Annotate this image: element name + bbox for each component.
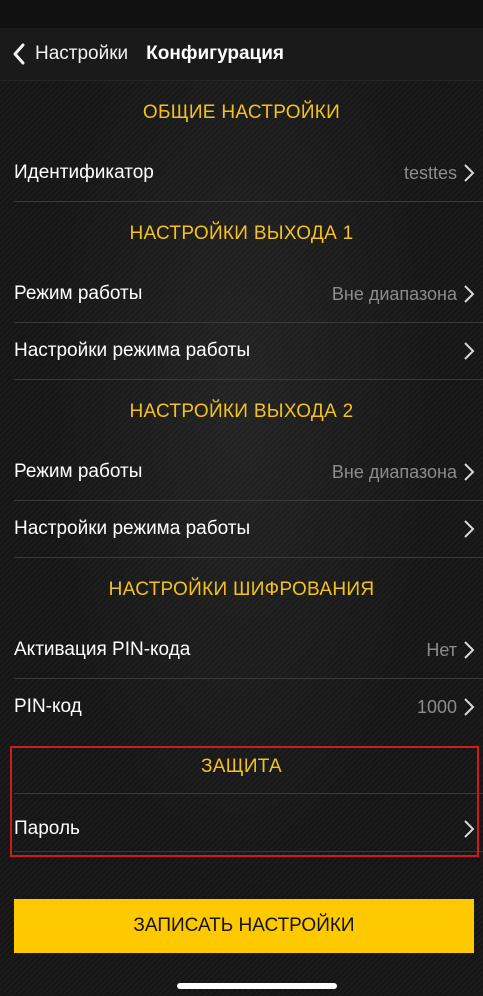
navigation-bar: Настройки Конфигурация [0,28,483,81]
row-label: PIN-код [14,696,82,717]
row-identifier[interactable]: Идентификатор testtes [0,145,483,201]
page-title: Конфигурация [146,43,285,64]
section-header-output-1: НАСТРОЙКИ ВЫХОДА 1 [129,223,354,244]
section-header-general: ОБЩИЕ НАСТРОЙКИ [142,102,341,123]
row-label: Пароль [14,818,80,839]
chevron-right-icon [463,818,475,840]
row-output2-mode[interactable]: Режим работы Вне диапазона [0,444,483,500]
section-header-output-2: НАСТРОЙКИ ВЫХОДА 2 [129,401,354,422]
chevron-right-icon [463,283,475,305]
chevron-left-icon[interactable] [12,42,30,66]
home-indicator [177,983,337,989]
divider [14,793,483,794]
row-value: 1000 [416,696,457,717]
chevron-right-icon [463,518,475,540]
section-header-protection: ЗАЩИТА [200,756,283,777]
status-bar [0,0,483,28]
divider [14,851,483,852]
row-value: Нет [426,639,457,660]
row-password[interactable]: Пароль [0,801,483,857]
row-output1-mode-settings[interactable]: Настройки режима работы [0,323,483,379]
row-value: Вне диапазона [331,283,457,304]
row-pin-code[interactable]: PIN-код 1000 [0,679,483,735]
row-value: testtes [403,162,457,183]
row-label: Настройки режима работы [14,518,251,539]
row-output1-mode[interactable]: Режим работы Вне диапазона [0,266,483,322]
row-pin-activation[interactable]: Активация PIN-кода Нет [0,622,483,678]
row-label: Режим работы [14,461,143,482]
save-settings-button[interactable]: ЗАПИСАТЬ НАСТРОЙКИ [14,899,474,953]
back-button[interactable]: Настройки [35,43,128,65]
chevron-right-icon [463,461,475,483]
row-label: Режим работы [14,283,143,304]
section-header-encryption: НАСТРОЙКИ ШИФРОВАНИЯ [108,579,375,600]
chevron-right-icon [463,340,475,362]
chevron-right-icon [463,162,475,184]
row-label: Идентификатор [14,162,154,183]
row-output2-mode-settings[interactable]: Настройки режима работы [0,501,483,557]
row-label: Настройки режима работы [14,340,251,361]
row-value: Вне диапазона [331,461,457,482]
settings-list: ОБЩИЕ НАСТРОЙКИ Идентификатор testtes НА… [0,81,483,996]
row-label: Активация PIN-кода [14,639,191,660]
chevron-right-icon [463,696,475,718]
chevron-right-icon [463,639,475,661]
